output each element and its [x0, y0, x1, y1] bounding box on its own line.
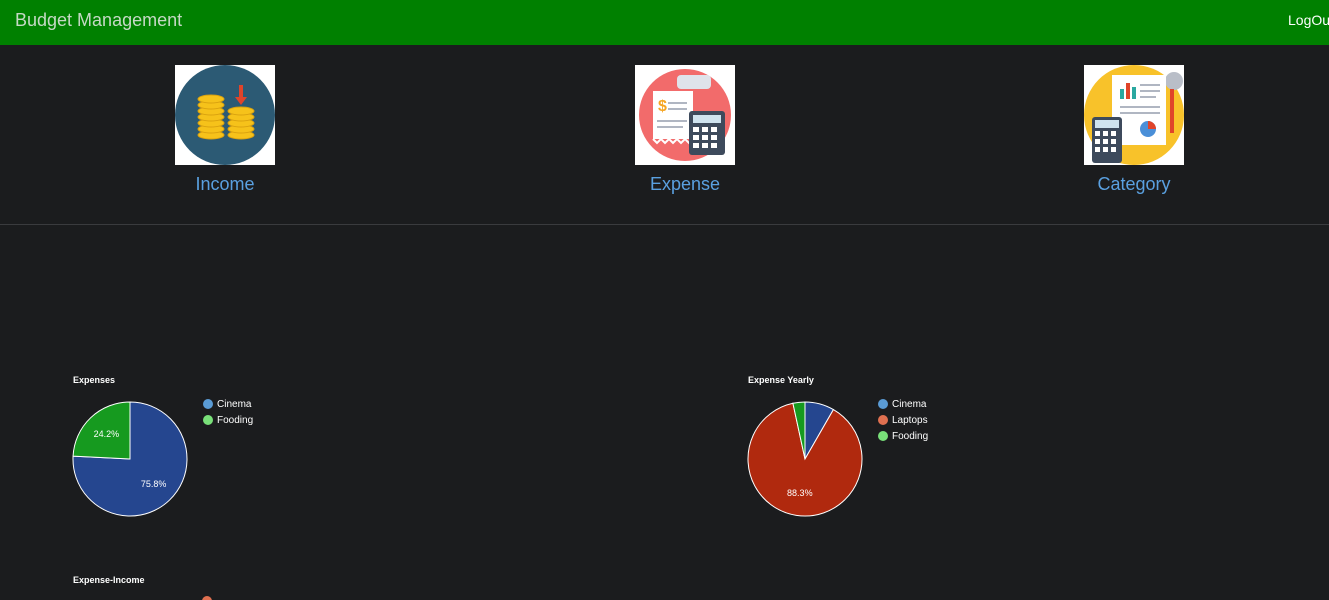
coins-icon[interactable] — [175, 65, 275, 165]
pie-data-label: 88.3% — [787, 488, 813, 498]
svg-text:$: $ — [658, 98, 667, 115]
pie-data-label: 24.2% — [94, 429, 120, 439]
expense-yearly-chart-title: Expense Yearly — [748, 375, 814, 385]
report-calculator-icon[interactable] — [1084, 65, 1184, 165]
legend-item-laptops[interactable]: Laptops — [878, 412, 928, 428]
legend-label: Fooding — [217, 414, 254, 426]
legend-dot — [878, 431, 888, 441]
expense-label[interactable]: Expense — [615, 174, 755, 195]
legend-item-fooding[interactable]: Fooding — [878, 428, 928, 444]
expense-yearly-legend: Cinema Laptops Fooding — [878, 396, 928, 444]
expense-income-legend-dot — [202, 596, 212, 600]
section-divider — [0, 224, 1329, 225]
expense-tile[interactable]: $ Expense — [615, 65, 755, 195]
expense-income-chart-title: Expense-Income — [73, 575, 145, 585]
expenses-chart-title: Expenses — [73, 375, 116, 385]
navbar: Budget Management LogOut — [0, 0, 1329, 45]
expenses-pie-chart: 75.8% 24.2% — [72, 401, 188, 517]
legend-dot — [203, 415, 213, 425]
legend-item-cinema[interactable]: Cinema — [878, 396, 928, 412]
legend-dot — [878, 399, 888, 409]
category-label[interactable]: Category — [1064, 174, 1204, 195]
income-label[interactable]: Income — [155, 174, 295, 195]
expense-yearly-pie-chart: 88.3% — [747, 401, 863, 517]
category-tile[interactable]: Category — [1064, 65, 1204, 195]
legend-label: Laptops — [892, 414, 928, 426]
brand-link[interactable]: Budget Management — [15, 10, 182, 31]
receipt-calculator-icon[interactable]: $ — [635, 65, 735, 165]
legend-item-cinema[interactable]: Cinema — [203, 396, 253, 412]
expenses-legend: Cinema Fooding — [203, 396, 253, 428]
legend-dot — [878, 415, 888, 425]
legend-dot — [203, 399, 213, 409]
pie-data-label: 75.8% — [141, 479, 167, 489]
legend-label: Fooding — [892, 430, 929, 442]
legend-label: Cinema — [217, 398, 252, 410]
legend-label: Cinema — [892, 398, 927, 410]
logout-link[interactable]: LogOut — [1288, 12, 1329, 28]
legend-item-fooding[interactable]: Fooding — [203, 412, 253, 428]
income-tile[interactable]: Income — [155, 65, 295, 195]
